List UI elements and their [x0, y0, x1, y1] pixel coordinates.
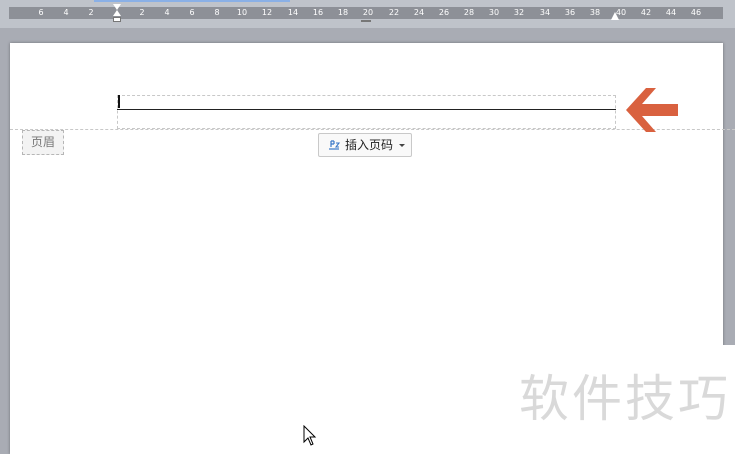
insert-page-number-button[interactable]: 插入页码: [318, 133, 412, 157]
ruler-tick: 18: [337, 8, 349, 17]
ruler-tick: 10: [236, 8, 248, 17]
ruler-tick: 36: [564, 8, 576, 17]
page-number-icon: [329, 140, 341, 150]
ruler-tick: 16: [312, 8, 324, 17]
ruler-tick: 20: [362, 8, 374, 17]
ruler-tick: 22: [388, 8, 400, 17]
ruler-tick: 42: [640, 8, 652, 17]
mouse-cursor-icon: [303, 425, 317, 446]
ruler-tick: 26: [438, 8, 450, 17]
ruler-tick: 2: [139, 8, 145, 17]
ruler-tick: 38: [589, 8, 601, 17]
ruler-tick: 24: [413, 8, 425, 17]
ruler-tick: 46: [690, 8, 702, 17]
ruler-tick: 34: [539, 8, 551, 17]
hanging-indent-handle[interactable]: [113, 10, 121, 16]
ruler-tick: 8: [214, 8, 220, 17]
arrow-left-icon: [626, 88, 678, 132]
ruler-tick: 44: [665, 8, 677, 17]
header-underline: [117, 109, 616, 110]
header-text-area[interactable]: [117, 95, 616, 129]
header-label-tag: 页眉: [22, 130, 64, 155]
ruler-tick: 4: [63, 8, 69, 17]
ruler-tick: 4: [164, 8, 170, 17]
insert-page-number-label: 插入页码: [345, 138, 394, 152]
ruler-highlight: [94, 0, 290, 2]
watermark-text: 软件技巧: [519, 370, 731, 428]
ruler-tick: 28: [463, 8, 475, 17]
horizontal-ruler[interactable]: 6 4 2 2 4 6 8 10 12 14 16 18 20 22 24 26…: [0, 0, 735, 28]
ruler-tick: 30: [488, 8, 500, 17]
ruler-tick: 12: [261, 8, 273, 17]
ruler-tick: 32: [513, 8, 525, 17]
left-indent-marker[interactable]: [113, 4, 121, 22]
right-indent-marker[interactable]: [611, 12, 619, 20]
ruler-tick: 2: [88, 8, 94, 17]
ruler-tick: 6: [189, 8, 195, 17]
ruler-tick: 14: [287, 8, 299, 17]
ruler-tick: 6: [38, 8, 44, 17]
chevron-down-icon: [399, 144, 405, 147]
text-cursor: [118, 95, 120, 108]
tab-stop-marker: [361, 20, 371, 22]
left-indent-handle[interactable]: [113, 17, 121, 22]
